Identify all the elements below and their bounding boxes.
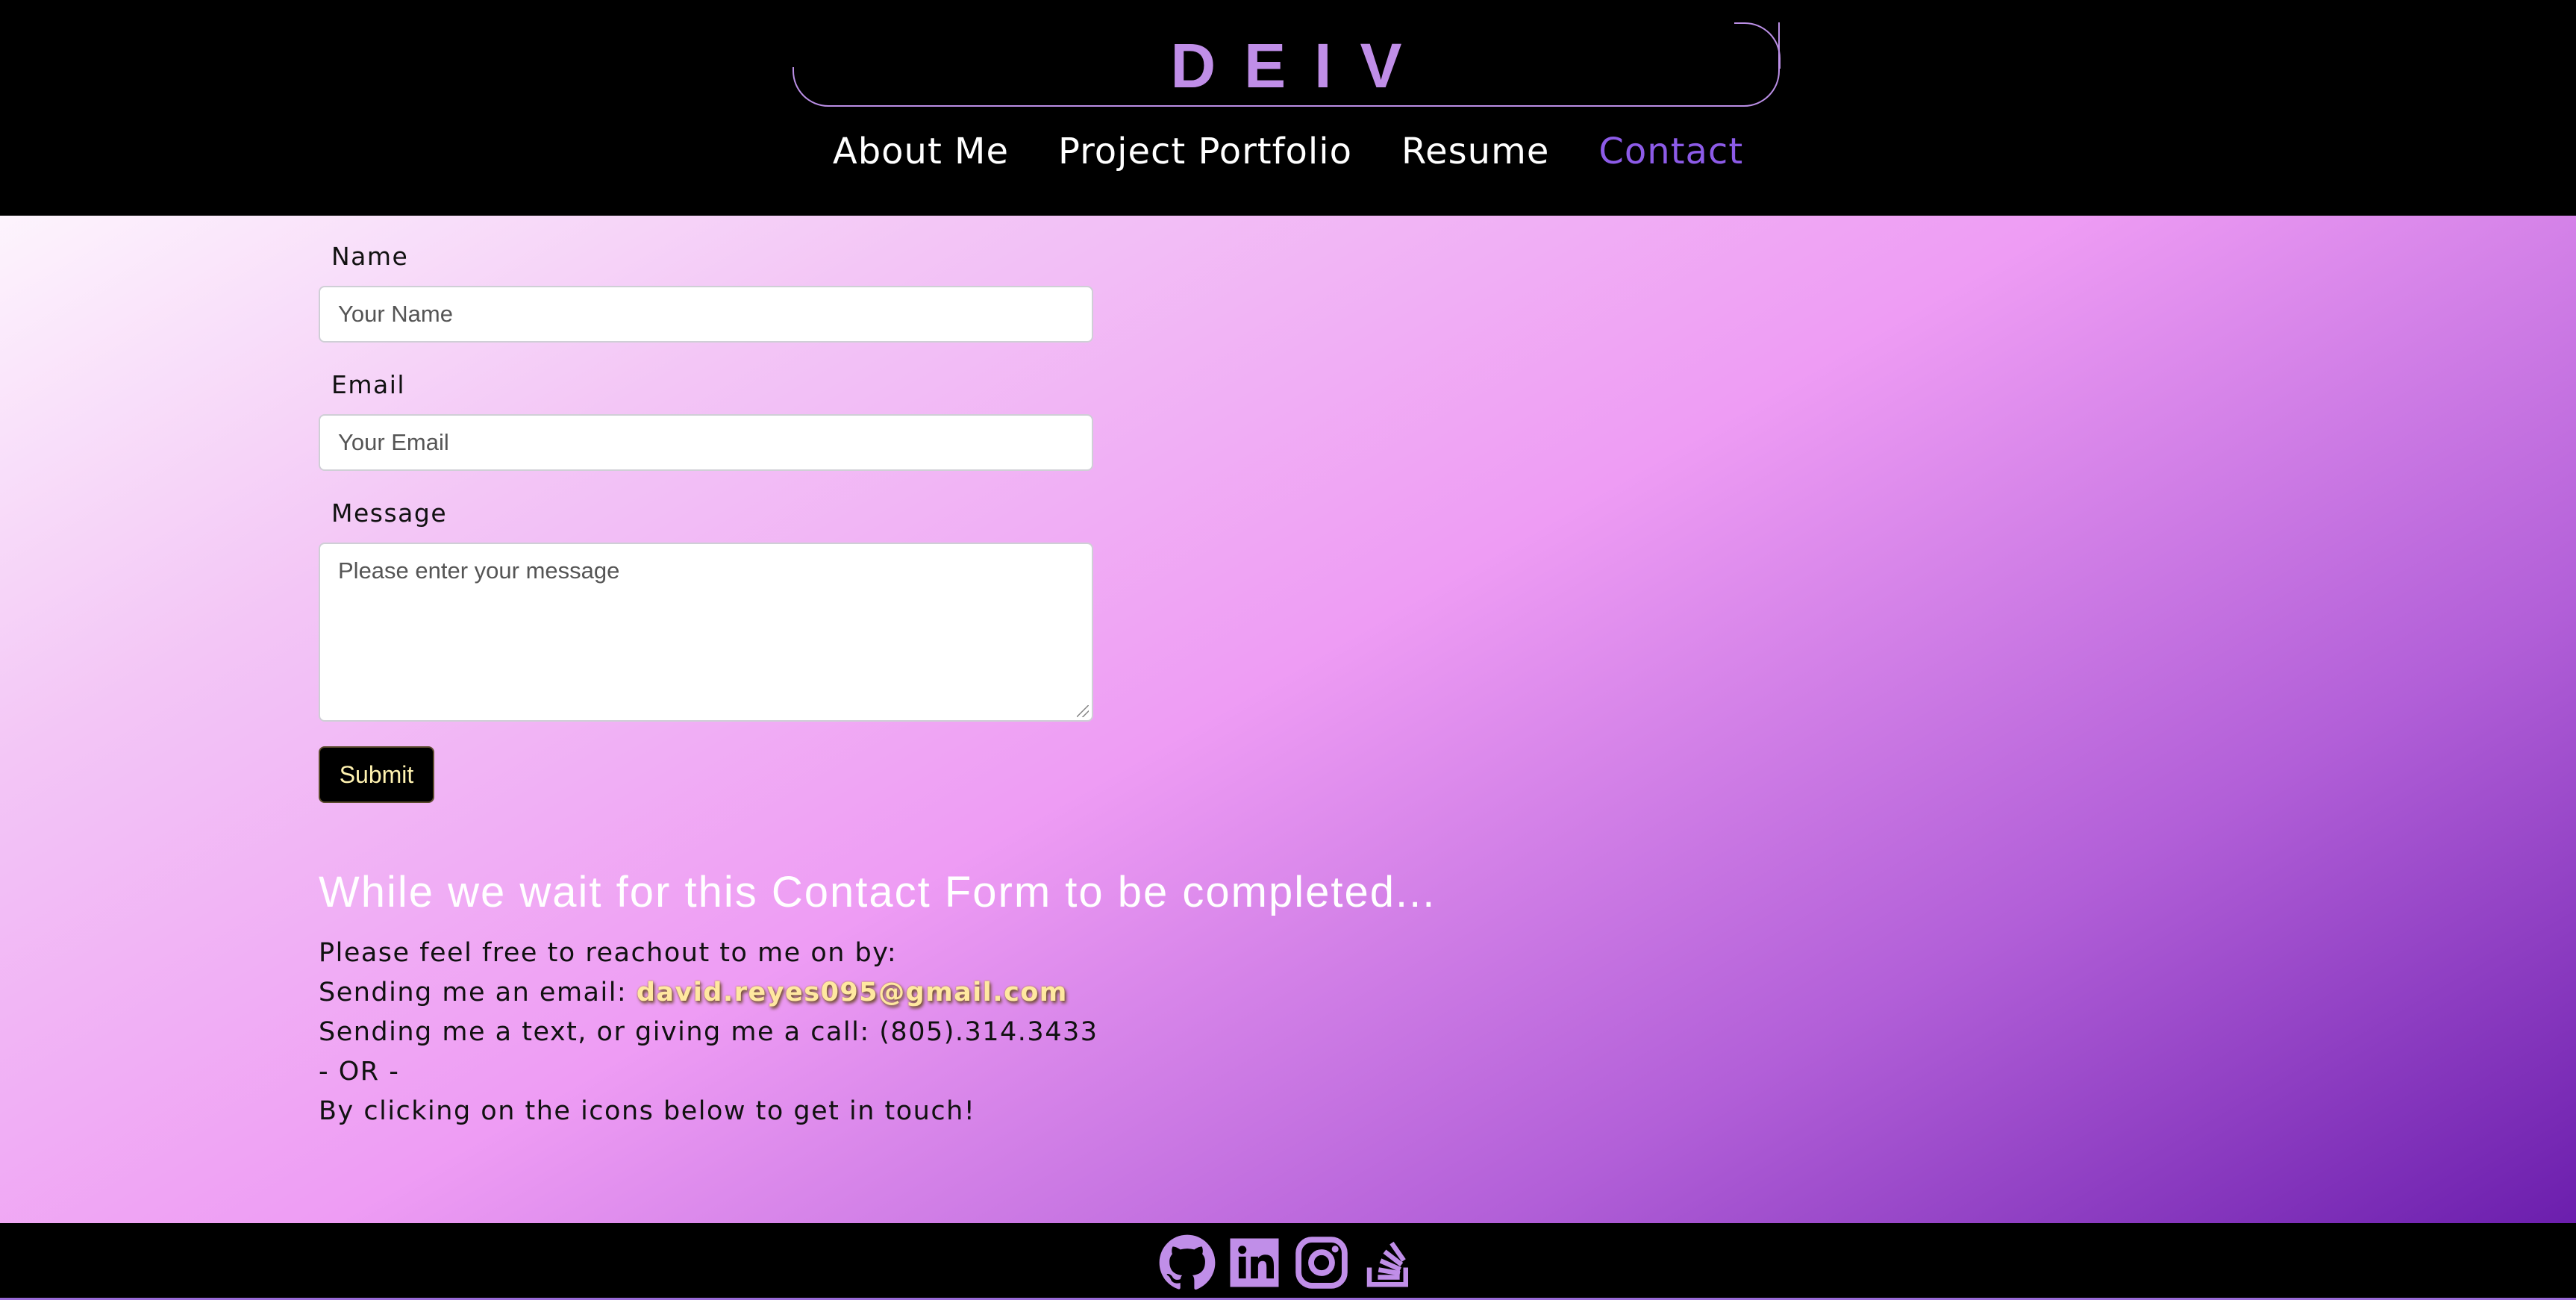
contact-section: Name Your Name Email Your Email Message … <box>0 216 2576 1223</box>
contact-info: Please feel free to reachout to me on by… <box>319 934 1098 1131</box>
social-icons <box>0 1234 2576 1292</box>
nav-project-portfolio[interactable]: Project Portfolio <box>1058 125 1352 178</box>
contact-heading: While we wait for this Contact Form to b… <box>319 868 1437 916</box>
info-line-email: Sending me an email: david.reyes095@gmai… <box>319 973 1098 1013</box>
submit-button[interactable]: Submit <box>319 746 434 803</box>
info-line-intro: Please feel free to reachout to me on by… <box>319 938 898 968</box>
message-placeholder: Please enter your message <box>338 557 620 584</box>
resize-handle[interactable] <box>1077 705 1089 717</box>
main-nav: About Me Project Portfolio Resume Contac… <box>0 125 2576 178</box>
github-icon[interactable] <box>1158 1234 1216 1292</box>
message-textarea[interactable]: Please enter your message <box>319 543 1093 722</box>
info-line-icons: By clicking on the icons below to get in… <box>319 1096 976 1126</box>
stackoverflow-icon[interactable] <box>1360 1234 1418 1292</box>
name-label: Name <box>331 242 409 271</box>
email-link[interactable]: david.reyes095@gmail.com <box>637 978 1068 1007</box>
name-input[interactable]: Your Name <box>319 286 1093 343</box>
site-header: DEIV About Me Project Portfolio Resume C… <box>0 0 2576 216</box>
nav-resume[interactable]: Resume <box>1401 125 1549 178</box>
linkedin-icon[interactable] <box>1225 1234 1284 1292</box>
message-label: Message <box>331 499 448 528</box>
info-line-phone: Sending me a text, or giving me a call: … <box>319 1017 1098 1047</box>
nav-contact[interactable]: Contact <box>1598 125 1743 178</box>
email-prefix: Sending me an email: <box>319 978 637 1007</box>
site-logo[interactable]: DEIV <box>793 28 1780 103</box>
nav-about-me[interactable]: About Me <box>833 125 1009 178</box>
info-line-or: - OR - <box>319 1057 400 1087</box>
site-footer <box>0 1223 2576 1300</box>
email-label: Email <box>331 370 406 399</box>
email-input[interactable]: Your Email <box>319 414 1093 471</box>
instagram-icon[interactable] <box>1292 1234 1351 1292</box>
